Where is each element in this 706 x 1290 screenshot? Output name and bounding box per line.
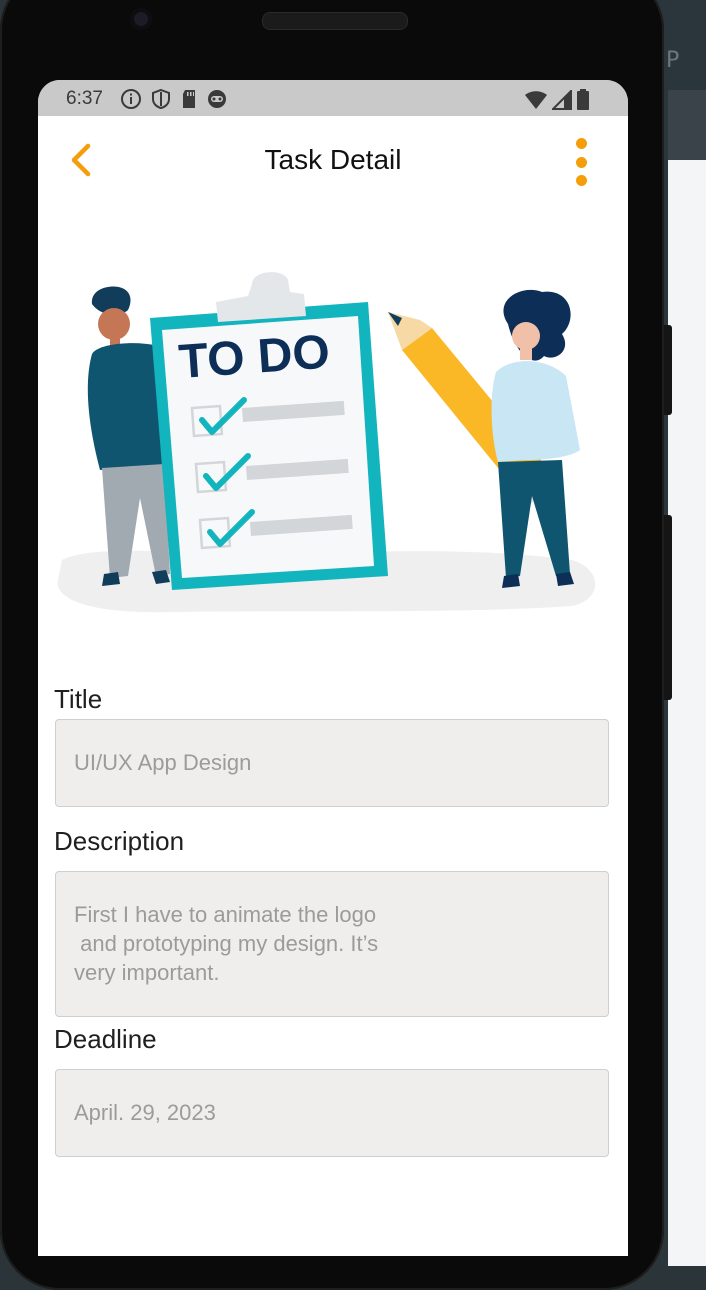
app-bar: Task Detail: [38, 116, 628, 204]
wifi-icon: [525, 91, 547, 109]
clipboard: TO DO: [150, 272, 388, 590]
power-button[interactable]: [664, 325, 672, 415]
android-face-icon: [208, 90, 226, 108]
front-camera: [130, 8, 152, 30]
earpiece-speaker: [262, 12, 408, 30]
todo-illustration: TO DO: [57, 272, 596, 613]
battery-icon: [577, 89, 589, 110]
app-screen: 6:37 Task Detail TO DO Title UI/UX App D…: [38, 80, 628, 1256]
shield-icon: [152, 88, 170, 110]
status-bar: 6:37: [38, 80, 628, 116]
deadline-field[interactable]: April. 29, 2023: [55, 1069, 609, 1157]
title-field[interactable]: UI/UX App Design: [55, 719, 609, 807]
desktop-header: [668, 90, 706, 160]
description-label: Description: [54, 826, 185, 856]
status-time: 6:37: [66, 88, 103, 109]
deadline-label: Deadline: [54, 1024, 157, 1054]
page-title: Task Detail: [264, 144, 402, 175]
volume-button[interactable]: [664, 515, 672, 700]
sd-card-icon: [183, 90, 195, 108]
title-label: Title: [54, 684, 103, 714]
signal-icon: [552, 90, 572, 110]
clipboard-heading: TO DO: [177, 326, 331, 389]
description-field[interactable]: First I have to animate the logo and pro…: [55, 871, 609, 1017]
desktop-panel-lower: [668, 990, 706, 1266]
desktop-panel: [668, 160, 706, 990]
overflow-menu-icon[interactable]: [570, 138, 592, 186]
woman-figure: [491, 289, 580, 588]
info-icon: [121, 89, 141, 109]
